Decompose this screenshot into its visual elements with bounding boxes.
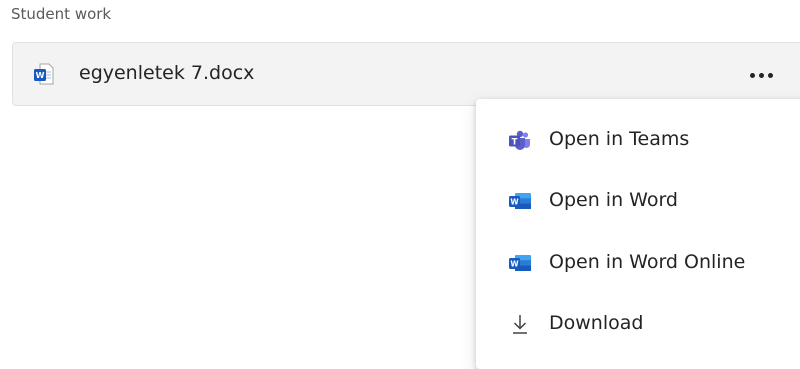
section-title: Student work xyxy=(11,5,112,23)
menu-item-label: Open in Word Online xyxy=(549,251,746,273)
download-icon xyxy=(509,313,531,335)
context-menu: T Open in Teams W Open in Word W Open in… xyxy=(476,99,800,369)
svg-text:W: W xyxy=(510,198,519,207)
svg-text:W: W xyxy=(510,260,519,269)
file-card[interactable]: W egyenletek 7.docx xyxy=(12,42,800,106)
svg-text:T: T xyxy=(512,137,518,147)
word-doc-icon: W xyxy=(34,63,54,85)
word-icon: W xyxy=(509,190,531,212)
file-name[interactable]: egyenletek 7.docx xyxy=(79,62,254,84)
more-options-button[interactable] xyxy=(739,60,783,90)
menu-item-open-in-word-online[interactable]: W Open in Word Online xyxy=(476,239,800,287)
word-icon: W xyxy=(509,252,531,274)
menu-item-label: Download xyxy=(549,312,644,334)
menu-item-label: Open in Word xyxy=(549,189,678,211)
menu-item-open-in-teams[interactable]: T Open in Teams xyxy=(476,116,800,164)
more-horizontal-icon xyxy=(749,72,755,78)
menu-item-download[interactable]: Download xyxy=(476,300,800,348)
menu-item-open-in-word[interactable]: W Open in Word xyxy=(476,177,800,225)
svg-text:W: W xyxy=(36,71,45,80)
teams-icon: T xyxy=(509,129,531,151)
menu-item-label: Open in Teams xyxy=(549,128,690,150)
